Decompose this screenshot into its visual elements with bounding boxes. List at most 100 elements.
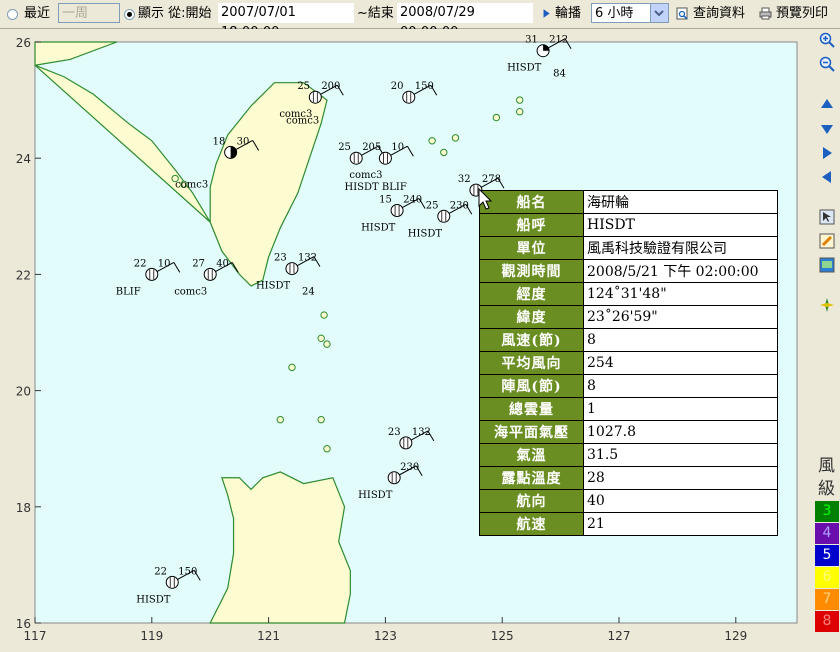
small-island: [451, 134, 460, 142]
station-extra-value: 24: [302, 287, 315, 298]
station-pressure: 205: [362, 142, 381, 153]
display-radio[interactable]: [124, 9, 135, 20]
popup-field-value: 21: [583, 512, 778, 536]
recent-combo[interactable]: 一周: [58, 3, 120, 23]
station-pressure: 200: [321, 81, 340, 92]
popup-field-value: 8: [583, 374, 778, 398]
select-icon[interactable]: [819, 209, 835, 225]
popup-field-value: 31.5: [583, 443, 778, 467]
station-temperature: 23: [274, 253, 287, 264]
station-pressure: 230: [450, 200, 469, 211]
station-extra-value: 84: [553, 69, 566, 80]
station-pressure: 132: [298, 253, 317, 264]
station-callsign: BLIF: [116, 286, 141, 297]
popup-field-value: 28: [583, 466, 778, 490]
x-tick-label: 123: [374, 629, 397, 643]
y-tick-label: 22: [16, 268, 31, 282]
station-pressure: 30: [237, 136, 250, 147]
wind-level-swatch: 6: [815, 567, 839, 588]
station-pressure: 10: [391, 142, 404, 153]
popup-row: 船名 海研輪: [479, 190, 778, 214]
x-tick-label: 127: [608, 629, 631, 643]
y-tick-label: 18: [16, 501, 31, 515]
station-marker[interactable]: [437, 209, 451, 223]
rotate-interval-select[interactable]: 6 小時: [591, 3, 669, 23]
popup-field-label: 氣溫: [479, 443, 584, 467]
zoom-in-icon[interactable]: [819, 32, 835, 48]
rotate-interval-value: 6 小時: [595, 6, 634, 21]
popup-field-value: 海研輪: [583, 190, 778, 214]
station-temperature: 25: [426, 200, 439, 211]
query-icon: [676, 7, 688, 20]
station-callsign: comc3: [174, 286, 207, 297]
station-label: HISDT BLIF: [345, 182, 407, 193]
popup-field-value: 124˚31'48": [583, 282, 778, 306]
layer-icon[interactable]: [819, 257, 835, 273]
popup-field-label: 陣風(節): [479, 374, 584, 398]
station-marker[interactable]: [349, 151, 363, 165]
station-callsign: HISDT: [361, 222, 396, 233]
popup-field-label: 露點溫度: [479, 466, 584, 490]
station-label: comc3: [175, 179, 208, 190]
station-marker[interactable]: [285, 262, 299, 276]
popup-field-label: 單位: [479, 236, 584, 260]
print-preview-button[interactable]: 預覽列印: [758, 4, 828, 24]
popup-row: 航速 21: [479, 512, 778, 536]
compass-icon[interactable]: [819, 297, 835, 313]
small-island: [288, 363, 296, 372]
toolbar: 最近 一周 顯示 從:開始 2007/07/01 18:00:00 ~結束 20…: [0, 0, 840, 40]
small-island: [516, 108, 524, 116]
station-marker[interactable]: [402, 90, 416, 104]
station-marker[interactable]: [390, 203, 404, 217]
end-label: ~結束: [357, 6, 394, 21]
popup-row: 海平面氣壓 1027.8: [479, 420, 778, 444]
recent-radio[interactable]: [7, 9, 18, 20]
small-island: [492, 113, 501, 122]
small-island: [516, 96, 524, 104]
query-button[interactable]: 查詢資料: [675, 4, 745, 24]
pan-left-icon[interactable]: [819, 169, 835, 185]
pan-down-icon[interactable]: [819, 121, 835, 137]
station-marker[interactable]: [203, 267, 217, 281]
station-marker[interactable]: [387, 471, 401, 485]
pan-up-icon[interactable]: [819, 96, 835, 112]
popup-row: 風速(節) 8: [479, 328, 778, 352]
chevron-down-icon[interactable]: [650, 4, 668, 22]
station-pressure: 150: [178, 566, 197, 577]
small-island: [440, 148, 448, 157]
wind-level-swatch: 8: [815, 611, 839, 632]
printer-icon: [759, 7, 772, 20]
station-temperature: 20: [391, 81, 404, 92]
station-pressure: 230: [400, 462, 419, 473]
popup-row: 露點溫度 28: [479, 466, 778, 490]
station-marker[interactable]: [165, 575, 179, 589]
popup-field-label: 經度: [479, 282, 584, 306]
x-tick-label: 119: [140, 629, 163, 643]
small-island: [320, 311, 328, 319]
end-input[interactable]: 2008/07/29 00:00:00: [397, 3, 533, 40]
popup-field-label: 緯度: [479, 305, 584, 329]
mouse-cursor-icon: [478, 188, 493, 210]
popup-field-value: 1027.8: [583, 420, 778, 444]
rotate-button[interactable]: 輪播: [541, 4, 581, 24]
start-input[interactable]: 2007/07/01 18:00:00: [218, 3, 354, 40]
station-callsign: HISDT: [408, 228, 443, 239]
y-tick-label: 24: [16, 152, 31, 166]
pencil-icon[interactable]: [819, 233, 835, 249]
small-island: [323, 340, 331, 348]
ship-info-popup: 船名 海研輪 船呼 HISDT 單位 風禹科技驗證有限公司 觀測時間 2008/5/21 下午…: [479, 190, 778, 536]
station-marker[interactable]: [145, 267, 159, 281]
popup-row: 船呼 HISDT: [479, 213, 778, 237]
station-temperature: 18: [213, 136, 226, 147]
station-callsign: HISDT: [256, 281, 291, 292]
popup-row: 總雲量 1: [479, 397, 778, 421]
station-marker[interactable]: [399, 436, 413, 450]
zoom-out-icon[interactable]: [819, 56, 835, 72]
pan-right-icon[interactable]: [819, 145, 835, 161]
popup-field-value: 風禹科技驗證有限公司: [583, 236, 778, 260]
recent-value: 一周: [62, 6, 89, 21]
station-marker[interactable]: [308, 90, 322, 104]
x-tick-label: 125: [491, 629, 514, 643]
popup-row: 經度 124˚31'48": [479, 282, 778, 306]
station-marker[interactable]: [378, 151, 392, 165]
